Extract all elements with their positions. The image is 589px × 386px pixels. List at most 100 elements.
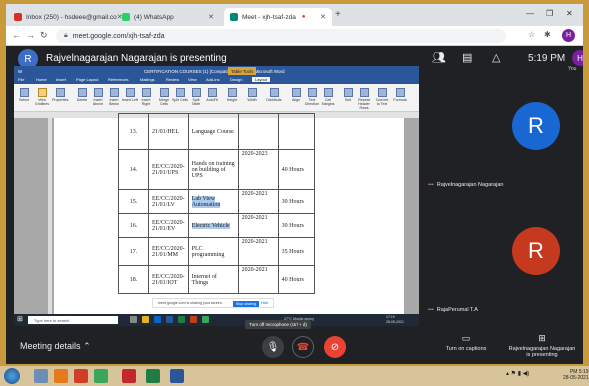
ribbon-button[interactable]: Insert Right [138, 88, 154, 106]
ribbon-button[interactable]: Cell Margins [320, 88, 336, 106]
cell-year[interactable]: 2020-2021 [237, 237, 279, 266]
ribbon-button[interactable]: Repeat Header Rows [356, 88, 372, 110]
stop-sharing-button[interactable]: Stop sharing [233, 301, 260, 307]
explorer-icon[interactable] [34, 369, 48, 383]
cell-hours[interactable]: 30 Hours [277, 189, 315, 214]
ribbon-button[interactable]: Text Direction [304, 88, 320, 106]
maximize-button[interactable]: ❐ [546, 9, 553, 18]
ribbon-button[interactable]: Formula [392, 88, 408, 102]
cell-hours[interactable]: 40 Hours [277, 149, 315, 190]
leave-call-button[interactable]: ☎︎ [292, 336, 314, 358]
new-tab-button[interactable]: + [335, 9, 341, 20]
cell-no[interactable]: 18. [118, 265, 149, 294]
url-field[interactable]: 🔒︎ meet.google.com/xjh-tsaf-zda [56, 29, 506, 43]
self-avatar[interactable]: H [572, 50, 583, 66]
cell-year[interactable]: 2020-2021 [237, 213, 279, 238]
ribbon-button[interactable]: Insert Above [90, 88, 106, 106]
tab-meet[interactable]: Meet - xjh-tsaf-zda ● ✕ [224, 8, 332, 26]
profile-avatar[interactable]: H [562, 29, 575, 42]
ribbon-button[interactable]: Merge Cells [156, 88, 172, 106]
cell-course[interactable]: Internet of Things [187, 265, 239, 294]
participant-tile[interactable]: R ••• Rajvelnagarajan Nagarajan [424, 74, 583, 199]
cell-course[interactable]: Language Course [187, 113, 239, 150]
ribbon-button[interactable]: Select [16, 88, 32, 102]
word-tab[interactable]: References [108, 77, 128, 82]
cell-year[interactable]: 2020-2023 [237, 149, 279, 190]
chrome-icon[interactable] [94, 369, 108, 383]
opera-icon[interactable] [74, 369, 88, 383]
close-window-button[interactable]: ✕ [566, 9, 573, 18]
cell-hours[interactable] [277, 113, 315, 150]
word-tab[interactable]: View [188, 77, 197, 82]
cell-code[interactable]: EE/CC/2020-21/01/IOT [148, 265, 189, 294]
forward-icon[interactable]: → [26, 30, 35, 40]
extensions-icon[interactable]: ✱ [544, 30, 551, 39]
word-tab[interactable]: Add-ins [206, 77, 220, 82]
ribbon-button[interactable]: Insert Below [106, 88, 122, 106]
tab-gmail[interactable]: Inbox (250) - hsdeee@gmail.co ✕ [8, 8, 123, 26]
word-tab[interactable]: Insert [56, 77, 66, 82]
pdf-icon[interactable] [122, 369, 136, 383]
participant-tile[interactable]: R ••• RajaPerumal T.A [424, 199, 583, 324]
ribbon-button[interactable]: Convert to Text [374, 88, 390, 106]
cell-no[interactable]: 14. [118, 149, 149, 190]
cell-code[interactable]: EE/CC/2020-21/01/MM [148, 237, 189, 266]
word-tab[interactable]: Review [166, 77, 179, 82]
cell-year[interactable] [237, 113, 279, 150]
reload-icon[interactable]: ↻ [40, 30, 48, 41]
microphone-button[interactable]: 🎙︎ [262, 336, 284, 358]
ribbon-button[interactable]: Split Cells [172, 88, 188, 102]
ribbon-button[interactable]: Insert Left [122, 88, 138, 102]
more-icon[interactable]: ••• [428, 182, 434, 188]
cell-year[interactable]: 2020-2021 [237, 265, 279, 294]
back-icon[interactable]: ← [12, 30, 21, 40]
word-tab[interactable]: Mailings [140, 77, 155, 82]
word-tab[interactable]: Design [230, 77, 242, 82]
cell-code[interactable]: 21/01/HEL [148, 113, 189, 150]
cell-course[interactable]: Electric Vehicle [187, 213, 239, 238]
minimize-button[interactable]: — [526, 9, 534, 18]
ribbon-button[interactable]: Align [288, 88, 304, 102]
word-tab[interactable]: File [18, 77, 24, 82]
meeting-details-button[interactable]: Meeting details ⌃ [20, 341, 91, 352]
cell-code[interactable]: EE/CC/2020-21/01/UPS [148, 149, 189, 190]
word-icon[interactable] [170, 369, 184, 383]
star-icon[interactable]: ☆ [528, 30, 535, 39]
ribbon-button[interactable]: AutoFit [204, 88, 220, 102]
excel-icon[interactable] [146, 369, 160, 383]
cell-code[interactable]: EE/CC/2020-21/01/EV [148, 213, 189, 238]
cell-hours[interactable]: 40 Hours [277, 265, 315, 294]
close-icon[interactable]: ✕ [320, 13, 326, 21]
ribbon-button[interactable]: Delete [74, 88, 90, 102]
word-tab[interactable]: Home [36, 77, 47, 82]
hide-button[interactable]: Hide [261, 301, 268, 305]
present-button[interactable]: ⊞ Rajvelnagarajan Nagarajan is presentin… [506, 333, 578, 358]
start-button[interactable] [4, 368, 20, 384]
tab-whatsapp[interactable]: (4) WhatsApp ✕ [116, 8, 220, 26]
more-icon[interactable]: ••• [428, 307, 434, 313]
cell-no[interactable]: 15. [118, 189, 149, 214]
cell-code[interactable]: EE/CC/2020-21/01/LV [148, 189, 189, 214]
ribbon-button[interactable]: Width [244, 88, 260, 102]
people-icon[interactable]: 👥︎ [432, 51, 446, 64]
cell-no[interactable]: 17. [118, 237, 149, 266]
chat-icon[interactable]: ▤ [462, 51, 472, 64]
ribbon-button[interactable]: Sort [340, 88, 356, 102]
cell-course[interactable]: PLC programming [187, 237, 239, 266]
cell-no[interactable]: 13. [118, 113, 149, 150]
word-tab-layout[interactable]: Layout [252, 77, 271, 82]
ribbon-button[interactable]: View Gridlines [34, 88, 50, 106]
captions-button[interactable]: ▭ Turn on captions [440, 333, 492, 352]
cell-year[interactable]: 2020-2021 [237, 189, 279, 214]
ribbon-button[interactable]: Height [224, 88, 240, 102]
cell-course[interactable]: Hands on training on building of UPS [187, 149, 239, 190]
word-tab[interactable]: Page Layout [76, 77, 98, 82]
ribbon-button[interactable]: Properties [52, 88, 68, 102]
cell-hours[interactable]: 30 Hours [277, 213, 315, 238]
cell-hours[interactable]: 35 Hours [277, 237, 315, 266]
close-icon[interactable]: ✕ [208, 13, 214, 21]
cell-no[interactable]: 16. [118, 213, 149, 238]
cell-course[interactable]: Lab View Automation [187, 189, 239, 214]
media-player-icon[interactable] [54, 369, 68, 383]
ribbon-button[interactable]: Split Table [188, 88, 204, 106]
